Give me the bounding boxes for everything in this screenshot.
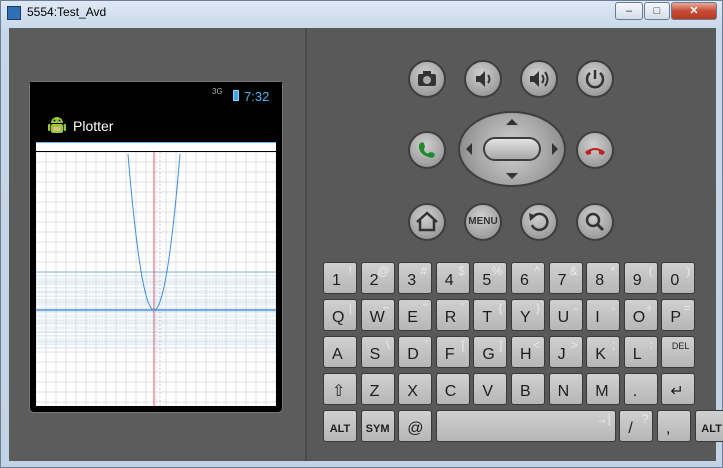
minimize-button[interactable]: – xyxy=(615,2,643,20)
dpad-right-icon xyxy=(552,143,558,155)
key-o[interactable]: O + xyxy=(623,299,658,331)
close-button[interactable]: ✕ xyxy=(671,2,717,20)
key-y[interactable]: Y} xyxy=(511,299,545,331)
key-@[interactable]: @ xyxy=(398,410,433,442)
function-plot xyxy=(35,151,277,406)
key-n[interactable]: N xyxy=(548,373,583,405)
volume-up-button[interactable] xyxy=(520,60,558,98)
key-space[interactable]: →| xyxy=(435,410,616,442)
key-alt[interactable]: ALT xyxy=(694,410,723,442)
app-window-icon xyxy=(7,6,21,20)
device-screen[interactable]: 3G 7:32 Plotter xyxy=(29,81,283,413)
key-v[interactable]: V xyxy=(473,373,508,405)
key-alt[interactable]: ALT xyxy=(323,410,357,442)
call-button[interactable] xyxy=(408,131,446,169)
key-p[interactable]: P = xyxy=(661,299,696,331)
volume-down-icon xyxy=(476,71,491,87)
key-b[interactable]: B xyxy=(511,373,545,405)
key-i[interactable]: I- xyxy=(586,299,621,331)
key-8[interactable]: 8 * xyxy=(586,262,621,294)
qwerty-keyboard: 1! 2 @3 #4 $5% 6 ^ 7 & 8 * 9(0) Q | W ~ E " R ` T{Y} U - I - O + P =… xyxy=(323,262,723,447)
key-x[interactable]: X xyxy=(398,373,433,405)
title-bar: 5554:Test_Avd – □ ✕ xyxy=(1,1,723,25)
key-k[interactable]: K; xyxy=(586,336,621,368)
back-button[interactable] xyxy=(520,203,558,241)
key-a[interactable]: A xyxy=(323,336,357,368)
key-s[interactable]: S \ xyxy=(360,336,395,368)
key-/[interactable]: /? xyxy=(619,410,654,442)
plot-area[interactable] xyxy=(35,151,277,406)
key-sym[interactable]: SYM xyxy=(360,410,395,442)
network-indicator: 3G xyxy=(212,87,223,96)
key-q[interactable]: Q | xyxy=(323,299,357,331)
key-0[interactable]: 0) xyxy=(661,262,696,294)
key-1[interactable]: 1! xyxy=(323,262,357,294)
key-del[interactable]: DEL xyxy=(661,336,696,368)
dpad-center-button[interactable] xyxy=(483,137,541,161)
key-7[interactable]: 7 & xyxy=(548,262,583,294)
menu-button[interactable]: MENU xyxy=(464,203,502,241)
home-button[interactable] xyxy=(408,203,446,241)
key-⇧[interactable]: ⇧ xyxy=(323,373,357,405)
dpad-up-icon xyxy=(506,119,518,125)
status-bar: 3G 7:32 xyxy=(30,82,282,108)
status-time: 7:32 xyxy=(244,89,270,104)
key-2[interactable]: 2 @ xyxy=(360,262,395,294)
back-icon xyxy=(529,212,549,232)
volume-up-icon xyxy=(530,71,549,87)
key-c[interactable]: C xyxy=(435,373,470,405)
dpad-left-icon xyxy=(466,143,472,155)
key-u[interactable]: U- xyxy=(548,299,583,331)
window-title: 5554:Test_Avd xyxy=(27,5,107,19)
key-h[interactable]: H < xyxy=(511,336,545,368)
device-screen-panel: 3G 7:32 Plotter xyxy=(9,28,307,461)
android-app-icon xyxy=(48,117,66,133)
key-↵[interactable]: ↵ xyxy=(661,373,696,405)
key-d[interactable]: D ' xyxy=(398,336,433,368)
function-input-field[interactable] xyxy=(36,142,276,151)
volume-down-button[interactable] xyxy=(464,60,502,98)
key-9[interactable]: 9( xyxy=(623,262,658,294)
key-t[interactable]: T{ xyxy=(473,299,508,331)
power-icon xyxy=(585,70,605,89)
app-title-bar: Plotter xyxy=(30,108,282,142)
maximize-button[interactable]: □ xyxy=(644,2,670,20)
key-,[interactable]: , xyxy=(657,410,691,442)
key-m[interactable]: M xyxy=(586,373,621,405)
key-l[interactable]: L: xyxy=(623,336,658,368)
key-g[interactable]: G] xyxy=(473,336,508,368)
search-icon xyxy=(585,212,605,232)
camera-icon xyxy=(418,71,436,86)
end-call-button[interactable] xyxy=(576,131,614,169)
key-w[interactable]: W ~ xyxy=(360,299,395,331)
key-z[interactable]: Z xyxy=(360,373,395,405)
key-3[interactable]: 3 # xyxy=(398,262,433,294)
key-4[interactable]: 4 $ xyxy=(435,262,470,294)
power-button[interactable] xyxy=(576,60,614,98)
key-5[interactable]: 5% xyxy=(473,262,508,294)
app-title: Plotter xyxy=(73,118,114,134)
emulator-window: 5554:Test_Avd – □ ✕ 3G 7:32 Plotter MENU… xyxy=(0,0,723,468)
dpad-down-icon xyxy=(506,173,518,179)
emulator-controls: MENU 1! 2 @3 #4 $5% 6 ^ 7 & 8 * 9(0) Q | W ~ E " R ` T{Y} U - I… xyxy=(307,28,723,461)
key-r[interactable]: R ` xyxy=(435,299,470,331)
home-icon xyxy=(416,211,438,232)
emulator-client-area: 3G 7:32 Plotter MENU 1 ! 2 @ 3 # 4 $ 5 %… xyxy=(9,28,723,461)
search-button[interactable] xyxy=(576,203,614,241)
key-.[interactable]: . xyxy=(623,373,658,405)
end-call-icon xyxy=(585,148,605,155)
key-6[interactable]: 6 ^ xyxy=(511,262,545,294)
phone-call-icon xyxy=(418,142,435,158)
key-f[interactable]: F[ xyxy=(435,336,470,368)
camera-button[interactable] xyxy=(408,60,446,98)
key-e[interactable]: E " xyxy=(398,299,433,331)
key-j[interactable]: J > xyxy=(548,336,583,368)
battery-icon xyxy=(233,90,239,101)
